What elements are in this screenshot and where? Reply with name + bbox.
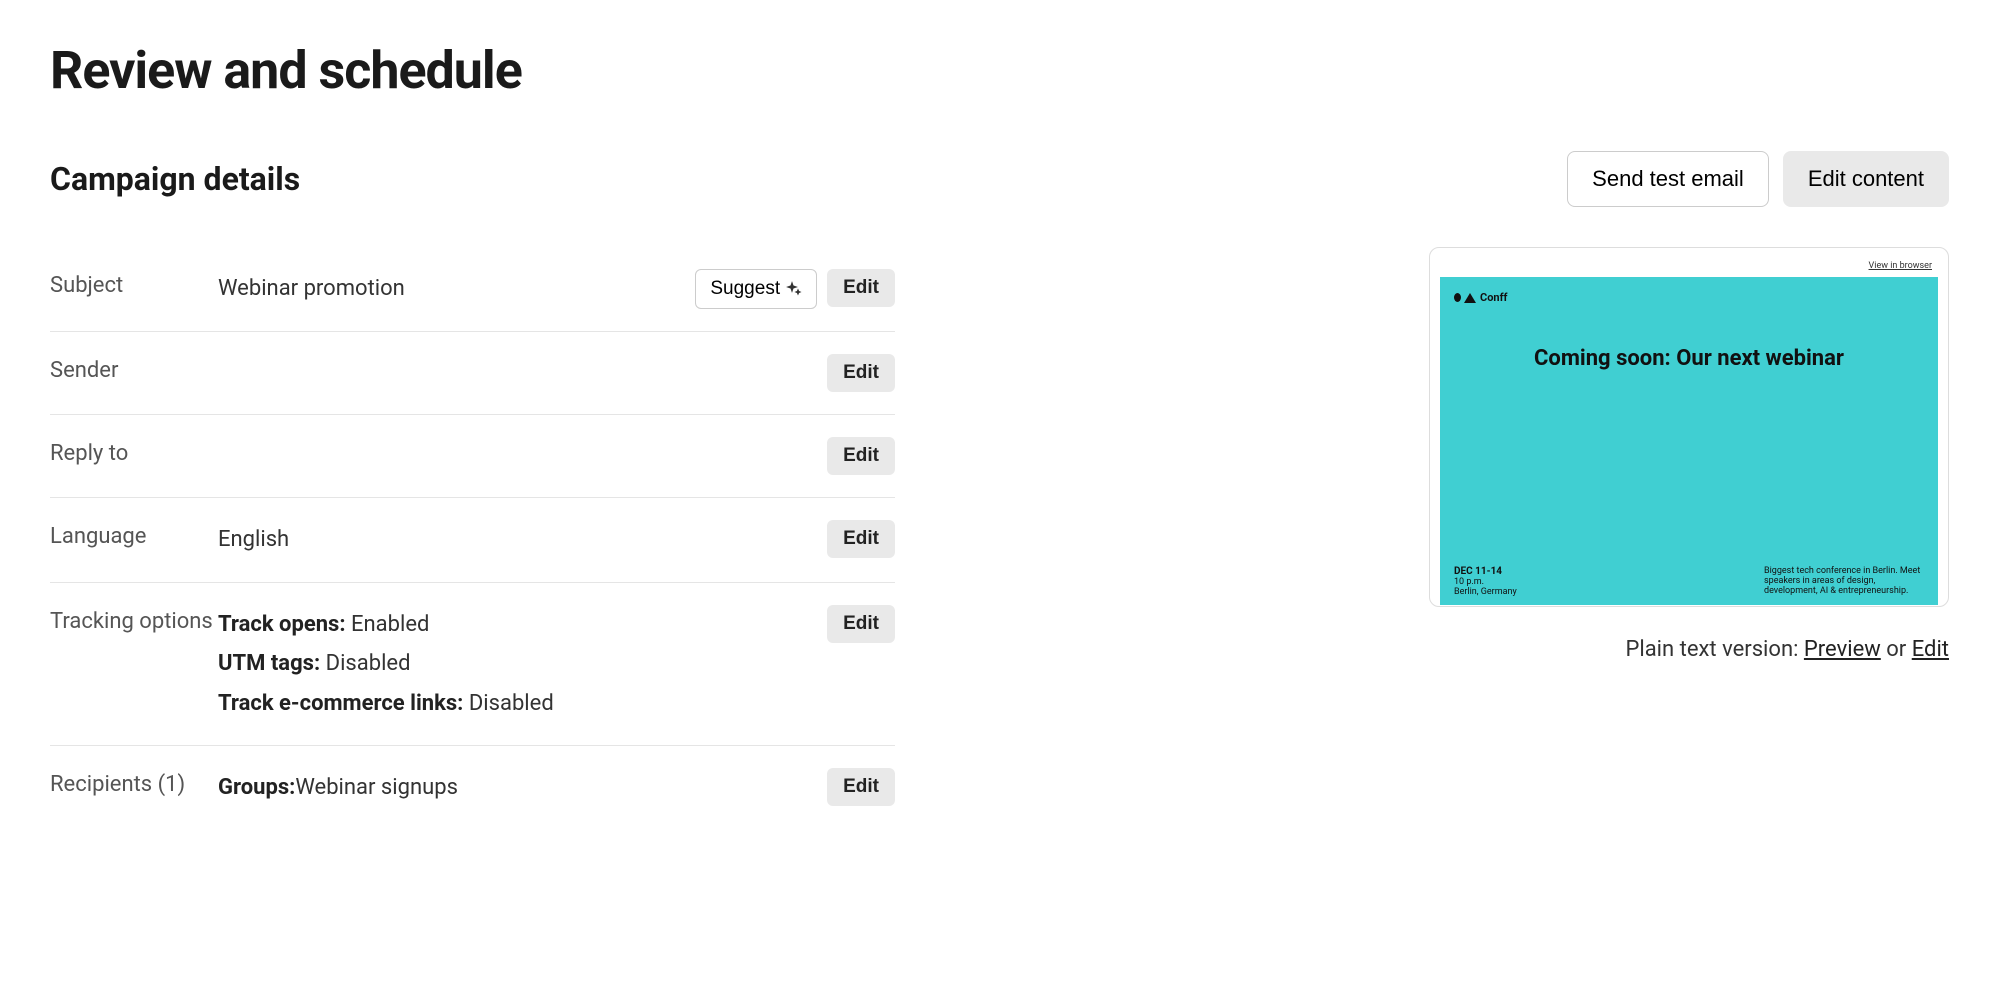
page-title: Review and schedule (50, 40, 1949, 101)
edit-recipients-button[interactable]: Edit (827, 768, 895, 806)
groups-label: Groups: (218, 775, 295, 800)
suggest-label: Suggest (710, 278, 780, 300)
suggest-button[interactable]: Suggest (695, 269, 817, 309)
plain-text-label: Plain text version: (1625, 637, 1798, 662)
edit-reply-to-button[interactable]: Edit (827, 437, 895, 475)
recipients-label: Recipients (1) (50, 768, 218, 797)
language-value: English (218, 520, 827, 560)
preview-time: 10 p.m. (1454, 577, 1517, 587)
row-sender: Sender Edit (50, 332, 895, 415)
language-label: Language (50, 520, 218, 549)
email-body: Conff Coming soon: Our next webinar DEC … (1440, 277, 1938, 605)
edit-tracking-button[interactable]: Edit (827, 605, 895, 643)
view-in-browser-link: View in browser (1869, 261, 1932, 271)
plain-text-row: Plain text version: Preview or Edit (1429, 637, 1949, 662)
row-recipients: Recipients (1) Groups:Webinar signups Ed… (50, 746, 895, 830)
edit-content-button[interactable]: Edit content (1783, 151, 1949, 207)
plain-text-or: or (1886, 637, 1906, 662)
section-title: Campaign details (50, 160, 300, 198)
row-tracking: Tracking options Track opens: Enabled UT… (50, 583, 895, 747)
preview-date-block: DEC 11-14 10 p.m. Berlin, Germany (1454, 566, 1517, 597)
subject-value: Webinar promotion (218, 269, 695, 309)
send-test-button[interactable]: Send test email (1567, 151, 1769, 207)
edit-language-button[interactable]: Edit (827, 520, 895, 558)
reply-to-label: Reply to (50, 437, 218, 466)
row-subject: Subject Webinar promotion Suggest Edit (50, 247, 895, 332)
track-opens-label: Track opens: (218, 612, 346, 637)
email-preview[interactable]: View in browser Conff Coming soon: Our n… (1429, 247, 1949, 607)
tracking-values: Track opens: Enabled UTM tags: Disabled … (218, 605, 827, 724)
ecom-value: Disabled (469, 691, 554, 716)
track-opens-value: Enabled (351, 612, 429, 637)
preview-date: DEC 11-14 (1454, 566, 1502, 577)
row-reply-to: Reply to Edit (50, 415, 895, 498)
preview-blurb: Biggest tech conference in Berlin. Meet … (1764, 566, 1924, 597)
preview-location: Berlin, Germany (1454, 587, 1517, 597)
ecom-label: Track e-commerce links: (218, 691, 463, 716)
edit-sender-button[interactable]: Edit (827, 354, 895, 392)
sender-label: Sender (50, 354, 218, 383)
brand-logo-icon (1454, 292, 1476, 304)
details-list: Subject Webinar promotion Suggest Edit S… (50, 247, 895, 830)
subject-label: Subject (50, 269, 218, 298)
utm-label: UTM tags: (218, 651, 320, 676)
preview-headline: Coming soon: Our next webinar (1454, 344, 1924, 375)
sparkle-icon (786, 281, 802, 297)
recipients-value: Groups:Webinar signups (218, 768, 827, 808)
groups-value: Webinar signups (295, 775, 458, 800)
utm-value: Disabled (326, 651, 411, 676)
plain-text-edit-link[interactable]: Edit (1912, 637, 1949, 662)
plain-text-preview-link[interactable]: Preview (1804, 637, 1881, 662)
edit-subject-button[interactable]: Edit (827, 269, 895, 307)
row-language: Language English Edit (50, 498, 895, 583)
tracking-label: Tracking options (50, 605, 218, 634)
preview-brand: Conff (1454, 291, 1924, 304)
brand-name: Conff (1480, 291, 1507, 304)
